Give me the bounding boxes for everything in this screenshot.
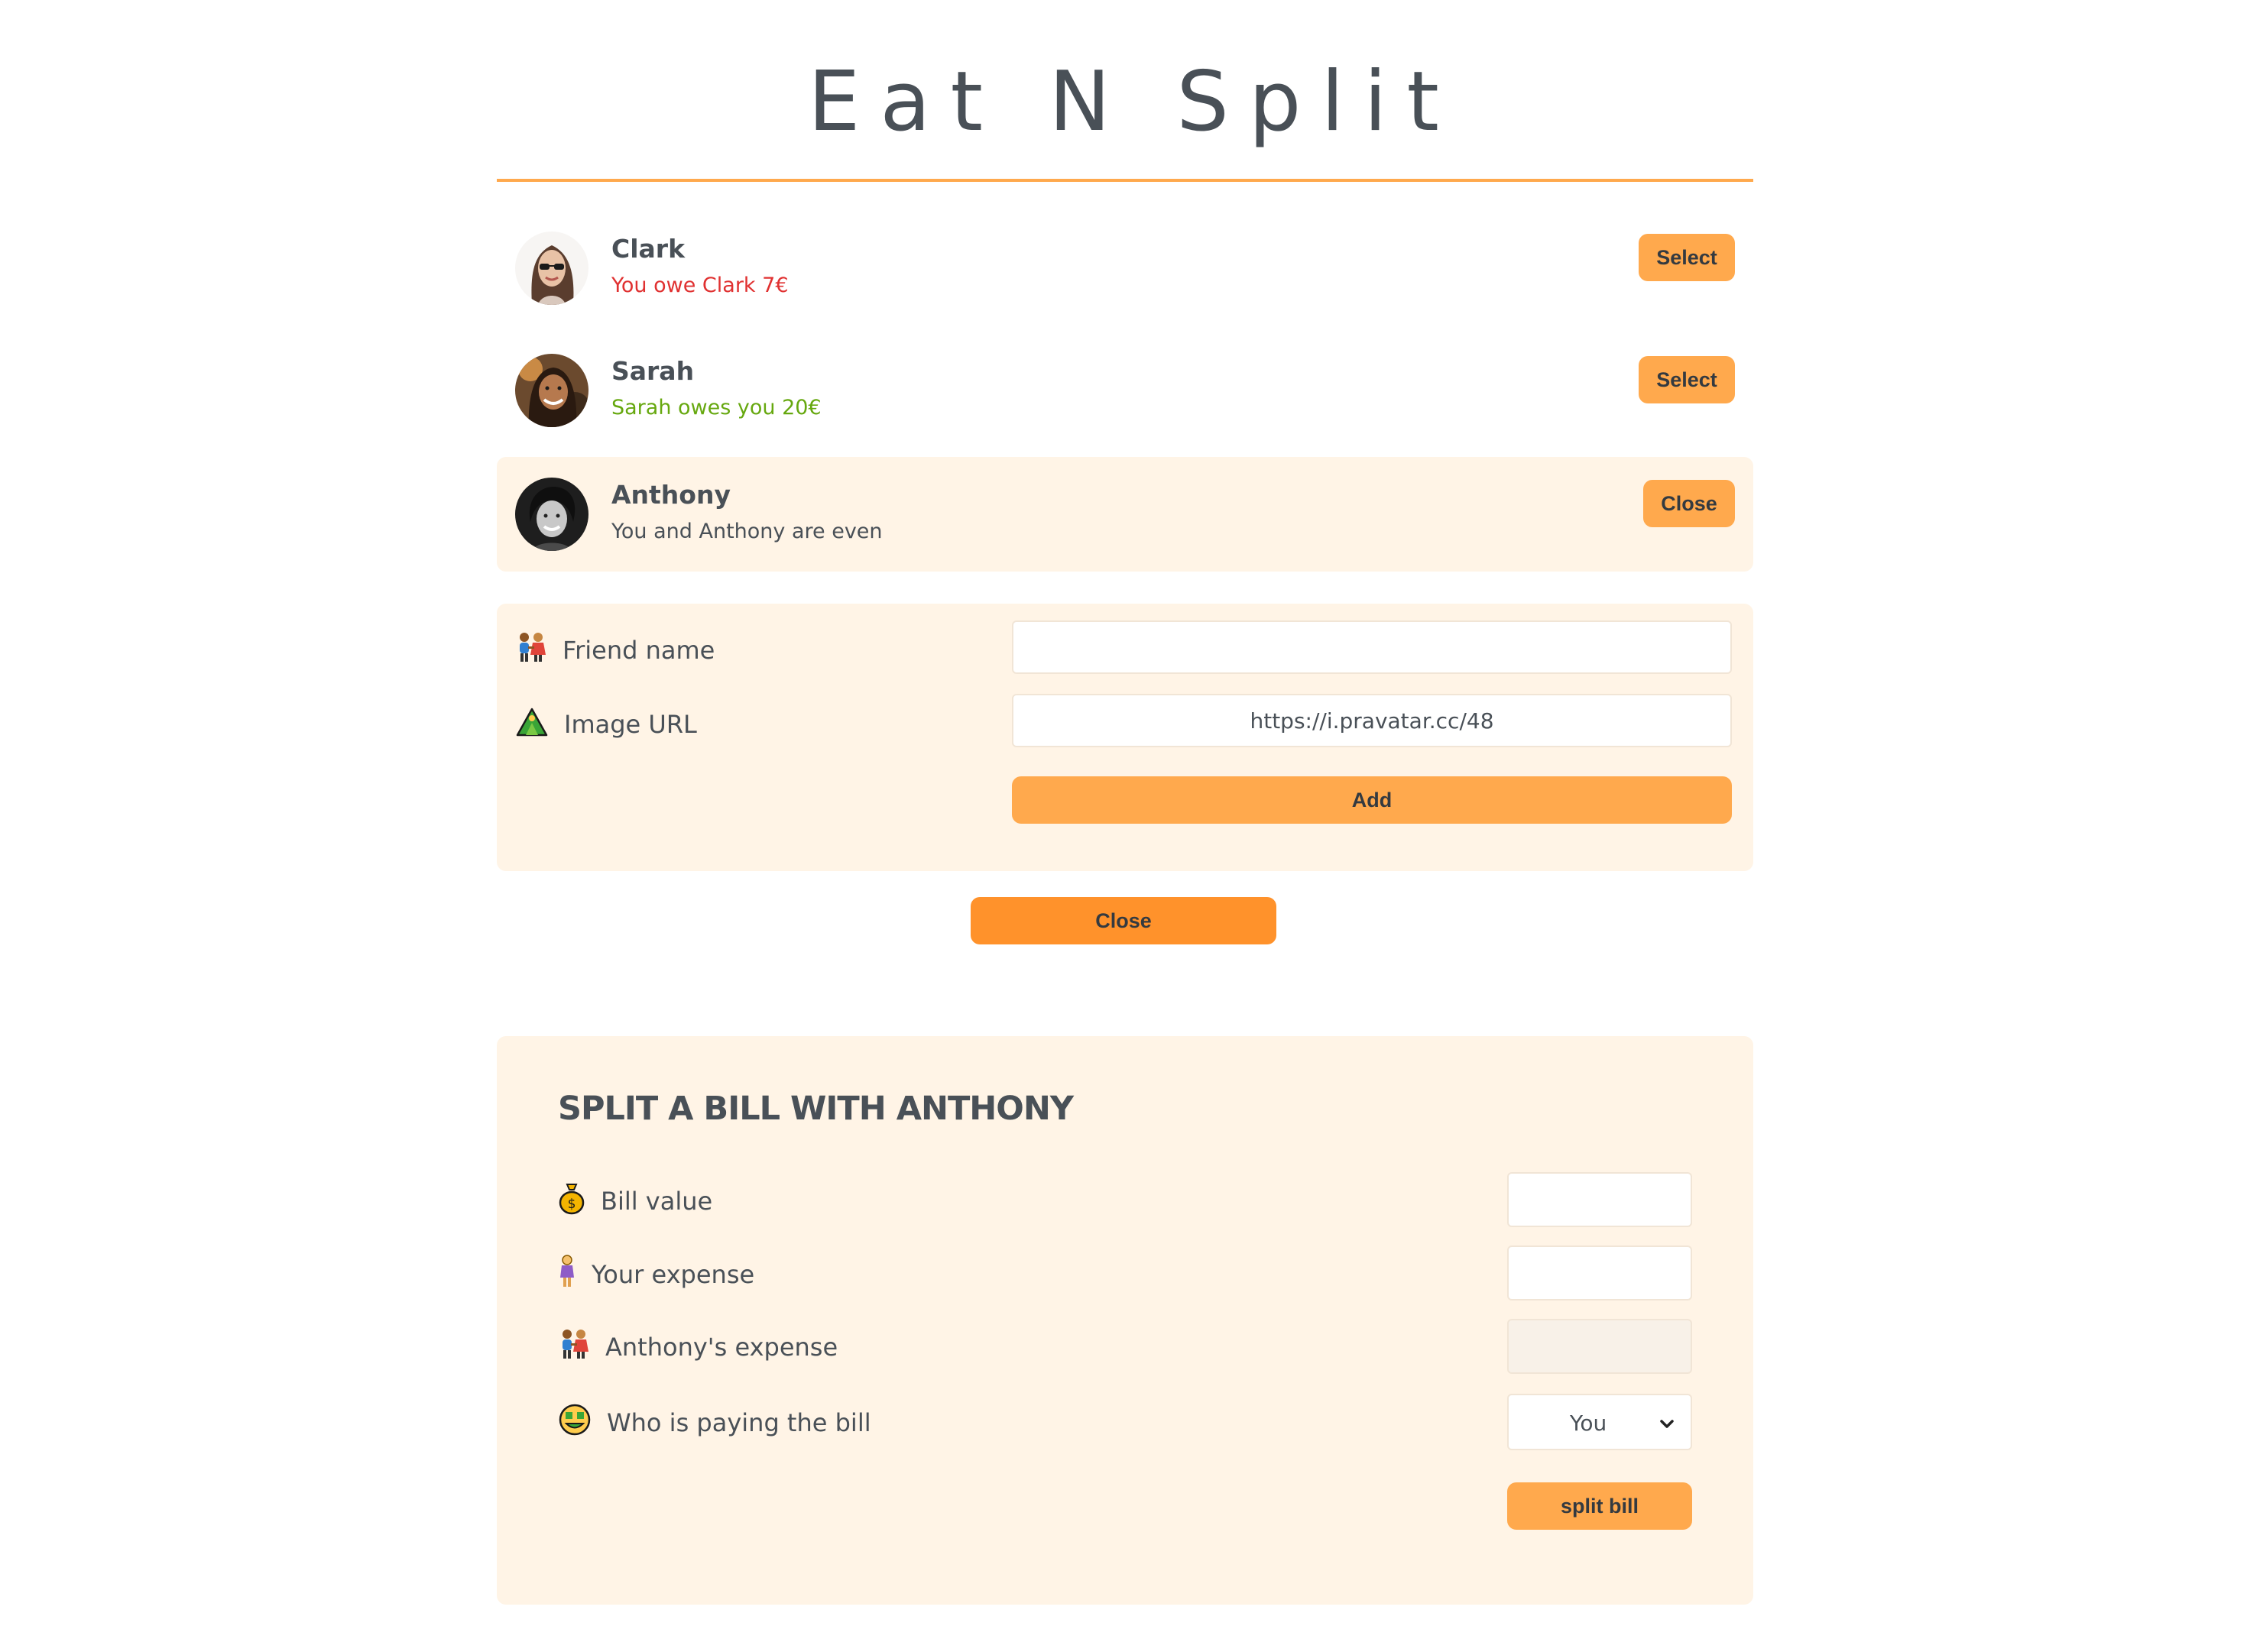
mountain-picture-icon: [515, 705, 549, 744]
woman-standing-icon: [558, 1255, 576, 1294]
title-divider: [497, 179, 1753, 182]
payer-select[interactable]: You: [1507, 1394, 1692, 1450]
close-friend-button[interactable]: Close: [1643, 480, 1735, 527]
bill-value-input[interactable]: [1507, 1172, 1692, 1227]
friend-balance: You and Anthony are even: [611, 520, 883, 543]
friend-item-clark: Clark You owe Clark 7€ Select: [497, 211, 1753, 326]
friend-balance: Sarah owes you 20€: [611, 396, 822, 419]
friend-item-anthony: Anthony You and Anthony are even Close: [497, 457, 1753, 572]
friend-name-label-row: Friend name: [515, 631, 715, 669]
your-expense-input[interactable]: [1507, 1245, 1692, 1301]
image-url-input[interactable]: [1012, 694, 1732, 747]
friend-name-label: Friend name: [563, 636, 715, 665]
money-bag-icon: $: [558, 1181, 585, 1221]
payer-label-row: Who is paying the bill: [558, 1403, 871, 1443]
friend-expense-input: [1507, 1319, 1692, 1374]
split-bill-form: SPLIT A BILL WITH ANTHONY $ Bill value Y…: [497, 1036, 1753, 1605]
people-holding-hands-icon: [558, 1328, 590, 1366]
your-expense-label-row: Your expense: [558, 1255, 754, 1294]
your-expense-label: Your expense: [592, 1260, 755, 1289]
friend-name: Clark: [611, 234, 686, 264]
avatar: [515, 478, 588, 551]
avatar: [515, 354, 588, 427]
app-title: Eat N Split: [808, 54, 1459, 150]
avatar: [515, 232, 588, 305]
payer-selected-value: You: [1570, 1411, 1607, 1436]
friend-item-sarah: Sarah Sarah owes you 20€ Select: [497, 333, 1753, 448]
friend-expense-label: Anthony's expense: [605, 1333, 838, 1362]
payer-label: Who is paying the bill: [607, 1408, 871, 1437]
chevron-down-icon: [1658, 1412, 1675, 1437]
add-friend-button[interactable]: Add: [1012, 776, 1732, 824]
bill-value-label-row: $ Bill value: [558, 1181, 712, 1221]
friend-name: Anthony: [611, 480, 731, 510]
close-form-button[interactable]: Close: [971, 897, 1276, 944]
friend-name-input[interactable]: [1012, 620, 1732, 674]
money-mouth-face-icon: [558, 1403, 592, 1443]
friend-expense-label-row: Anthony's expense: [558, 1328, 838, 1366]
people-holding-hands-icon: [515, 631, 547, 669]
friend-balance: You owe Clark 7€: [611, 274, 789, 297]
svg-text:$: $: [568, 1197, 576, 1212]
image-url-label-row: Image URL: [515, 705, 697, 744]
select-button[interactable]: Select: [1639, 356, 1735, 403]
split-bill-title: SPLIT A BILL WITH ANTHONY: [558, 1090, 1074, 1128]
split-bill-button[interactable]: split bill: [1507, 1482, 1692, 1530]
image-url-label: Image URL: [564, 710, 697, 739]
select-button[interactable]: Select: [1639, 234, 1735, 281]
bill-value-label: Bill value: [601, 1187, 713, 1216]
friend-name: Sarah: [611, 356, 695, 386]
add-friend-form: Friend name Image URL Add: [497, 604, 1753, 871]
